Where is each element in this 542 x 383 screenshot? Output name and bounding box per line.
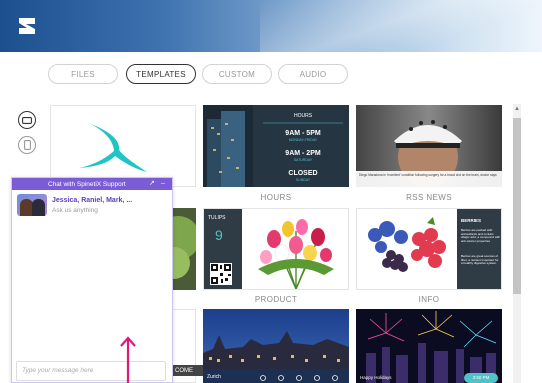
city-label: Zurich [207,374,221,380]
agents-avatar [17,194,47,216]
caption-rss-news: RSS NEWS [406,193,452,202]
scroll-up-icon[interactable]: ▲ [514,106,520,112]
berries-image [357,209,457,289]
chat-message-input[interactable]: Type your message here [16,361,166,381]
expand-icon[interactable]: ↗ [149,179,155,187]
hours-sunday-label: SUNDAY [295,178,311,182]
chat-header[interactable]: Chat with SpinetiX Support ↗ _ [12,177,172,190]
spinetix-logo-icon[interactable] [16,15,38,37]
template-thumb-info[interactable]: BERRIES Berries are packed with antioxid… [356,208,502,290]
template-thumb-holidays[interactable]: Happy Holidays 3:50 PM [356,309,502,383]
rss-headline: Diego Maradona in 'excellent' condition … [359,173,497,177]
hours-sunday: CLOSED [288,170,318,177]
info-paragraph-2: Berries are great sources of fiber, a nu… [461,254,499,266]
chat-title: Chat with SpinetiX Support [48,180,126,188]
template-thumb-city[interactable]: Zurich [203,309,349,383]
holiday-time: 3:50 PM [472,375,490,380]
caption-hours: HOURS [260,193,292,202]
hours-title: HOURS [293,113,313,119]
pointer-arrow-icon [120,336,136,383]
chat-agents: Jessica, Raniel, Mark, ... [52,197,133,204]
hours-saturday: 9AM - 2PM [285,150,321,157]
product-label: TULIPS [208,215,226,221]
fireworks-image [356,309,502,383]
tab-custom[interactable]: CUSTOM [202,64,272,84]
template-thumb-rss-news[interactable]: Diego Maradona in 'excellent' condition … [356,105,502,187]
header-banner [0,0,542,52]
caption-product: PRODUCT [254,295,298,304]
product-number: 9 [215,227,223,243]
portrait-screen-icon [23,140,31,150]
info-paragraph-1: Berries are packed with antioxidants and… [461,228,501,243]
chat-subtitle: Ask us anything [52,207,98,214]
hours-weekday-label: MONDAY-FRIDAY [288,138,318,142]
landscape-screen-icon [22,116,32,124]
support-chat-widget[interactable]: Chat with SpinetiX Support ↗ _ Jessica, … [11,177,173,383]
minimize-icon[interactable]: _ [161,177,165,184]
city-night-image [203,309,349,383]
info-title: BERRIES [461,218,482,223]
grid-scrollbar[interactable]: ▲ [513,104,521,383]
template-thumb-logo[interactable] [50,105,196,187]
tulips-bouquet-image [258,219,334,289]
tab-templates[interactable]: TEMPLATES [126,64,196,84]
portrait-orientation-button[interactable] [18,136,36,154]
welcome-label: COME [173,365,203,376]
qr-code-icon [210,263,232,285]
app-window: FILES TEMPLATES CUSTOM AUDIO HOURS 9AM -… [0,0,542,383]
tab-audio[interactable]: AUDIO [278,64,348,84]
scroll-thumb[interactable] [513,118,521,294]
template-thumb-hours[interactable]: HOURS 9AM - 5PM MONDAY-FRIDAY 9AM - 2PM … [203,105,349,187]
landscape-orientation-button[interactable] [18,111,36,129]
tab-files[interactable]: FILES [48,64,118,84]
spinetix-propeller-logo-icon [79,124,147,172]
hours-weekday: 9AM - 5PM [285,130,321,137]
caption-info: INFO [418,295,440,304]
holiday-label: Happy Holidays [360,375,392,380]
hours-saturday-label: SATURDAY [293,158,313,162]
template-thumb-product[interactable]: TULIPS 9 [203,208,349,290]
